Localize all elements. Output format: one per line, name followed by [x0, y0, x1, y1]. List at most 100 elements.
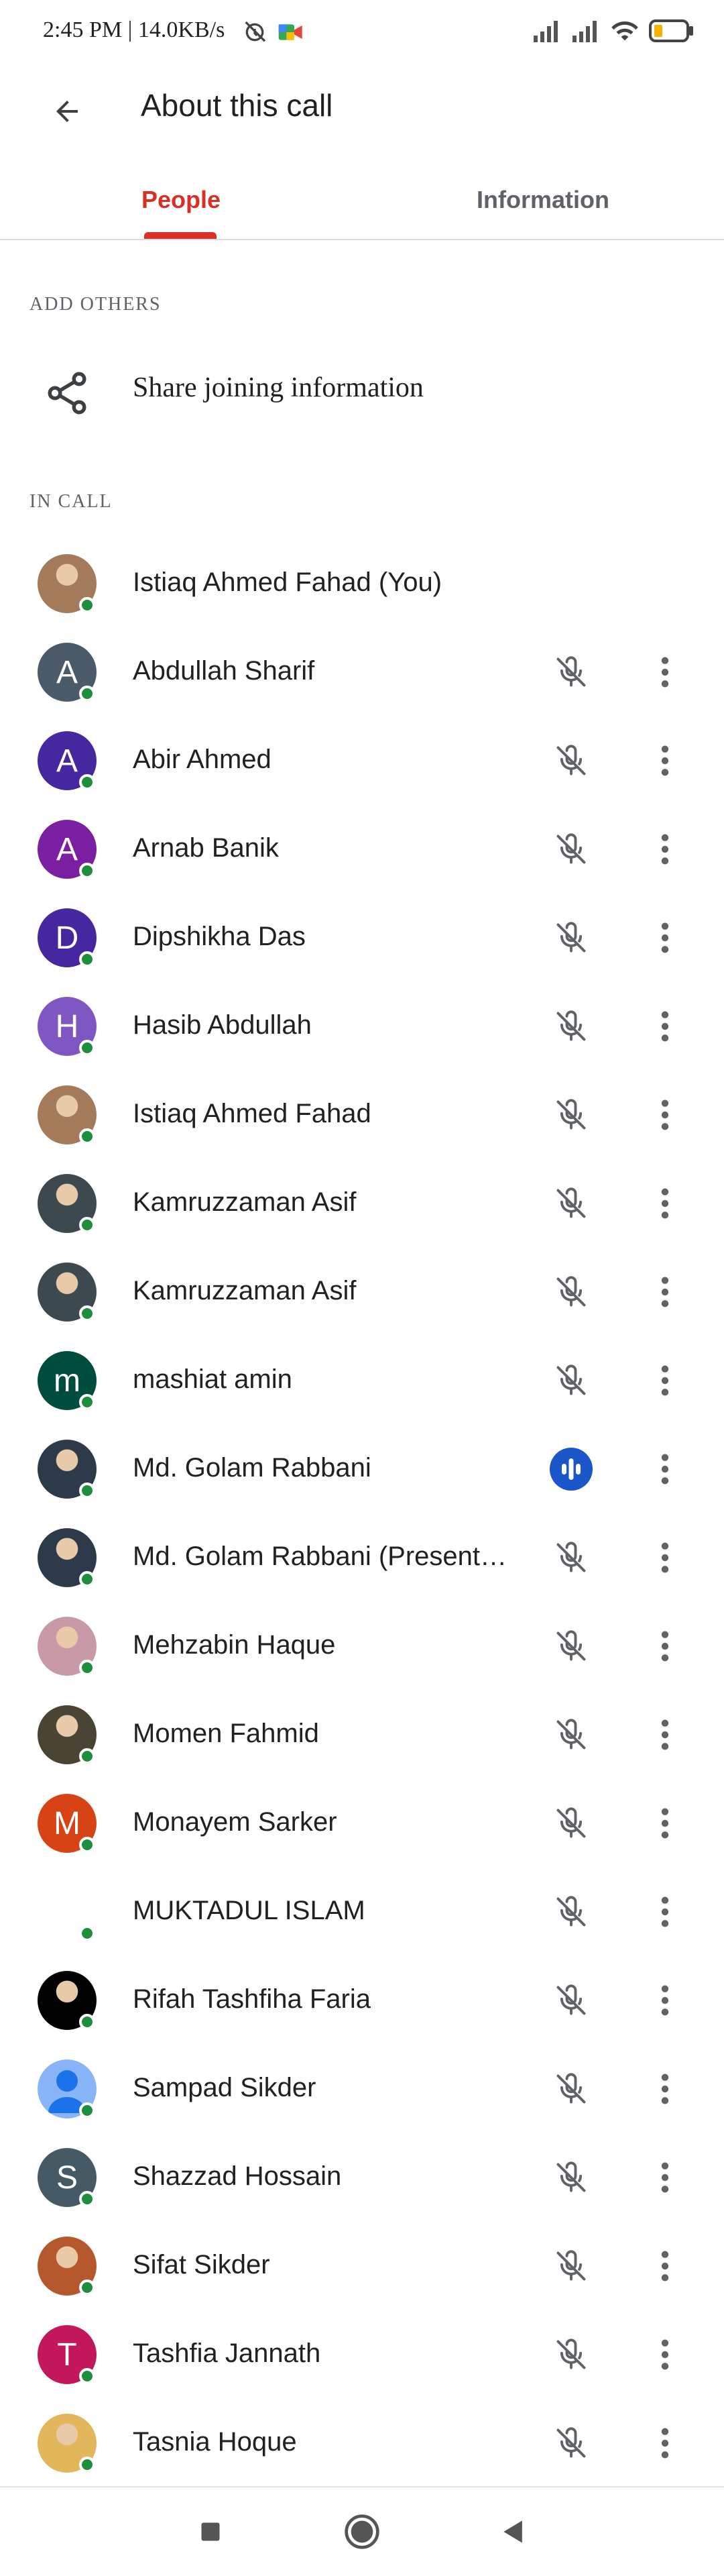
participant-row[interactable]: T Tashfia Jannath: [0, 2310, 724, 2399]
more-options-icon[interactable]: [646, 1713, 684, 1756]
more-options-icon[interactable]: [646, 1448, 684, 1491]
mic-off-icon[interactable]: [550, 1005, 593, 1048]
mic-off-icon[interactable]: [550, 2422, 593, 2465]
participant-row[interactable]: Tasnia Hoque: [0, 2399, 724, 2487]
avatar-initial: A: [56, 831, 78, 867]
participant-row[interactable]: Sifat Sikder: [0, 2222, 724, 2310]
signal-icon: [532, 19, 562, 46]
participant-row[interactable]: A Abir Ahmed: [0, 716, 724, 805]
participant-row[interactable]: H Hasib Abdullah: [0, 982, 724, 1071]
participant-name: Arnab Banik: [133, 833, 279, 863]
participant-row[interactable]: Istiaq Ahmed Fahad (You): [0, 539, 724, 628]
mic-off-icon[interactable]: [550, 1713, 593, 1756]
mic-off-icon[interactable]: [550, 1271, 593, 1313]
mic-off-icon[interactable]: [550, 2156, 593, 2199]
mic-off-icon[interactable]: [550, 651, 593, 694]
participant-row[interactable]: Istiaq Ahmed Fahad: [0, 1071, 724, 1159]
tab-information[interactable]: Information: [362, 161, 724, 239]
online-status-dot: [79, 1925, 95, 1941]
online-status-dot: [79, 1394, 95, 1410]
participant-row[interactable]: A Abdullah Sharif: [0, 628, 724, 716]
more-options-icon[interactable]: [646, 1182, 684, 1225]
more-options-icon[interactable]: [646, 2245, 684, 2288]
section-label-in-call: IN CALL: [29, 491, 113, 512]
participant-row[interactable]: MUKTADUL ISLAM: [0, 1868, 724, 1956]
avatar-initial: m: [54, 1362, 80, 1399]
mic-off-icon[interactable]: [550, 1625, 593, 1668]
mic-off-icon[interactable]: [550, 2068, 593, 2110]
mic-off-icon[interactable]: [550, 1093, 593, 1136]
speaking-indicator-icon[interactable]: [550, 1448, 593, 1491]
participant-name: Mehzabin Haque: [133, 1630, 336, 1660]
participant-row[interactable]: Rifah Tashfiha Faria: [0, 1956, 724, 2045]
more-options-icon[interactable]: [646, 916, 684, 959]
avatar-initial: S: [56, 2159, 78, 2196]
participant-name: Shazzad Hossain: [133, 2161, 342, 2191]
more-options-icon[interactable]: [646, 828, 684, 871]
more-options-icon[interactable]: [646, 2422, 684, 2465]
online-status-dot: [79, 2014, 95, 2030]
more-options-icon[interactable]: [646, 1271, 684, 1313]
participant-row[interactable]: Kamruzzaman Asif: [0, 1248, 724, 1336]
mic-off-icon[interactable]: [550, 1182, 593, 1225]
online-status-dot: [79, 2368, 95, 2384]
participant-row[interactable]: Momen Fahmid: [0, 1690, 724, 1779]
wifi-icon: [610, 19, 640, 46]
mic-off-icon[interactable]: [550, 916, 593, 959]
participant-row[interactable]: m mashiat amin: [0, 1336, 724, 1425]
more-options-icon[interactable]: [646, 1979, 684, 2022]
mic-off-icon[interactable]: [550, 1536, 593, 1579]
participant-row[interactable]: Kamruzzaman Asif: [0, 1159, 724, 1248]
mic-off-icon[interactable]: [550, 1979, 593, 2022]
participant-row[interactable]: D Dipshikha Das: [0, 894, 724, 982]
more-options-icon[interactable]: [646, 2068, 684, 2110]
more-options-icon[interactable]: [646, 1005, 684, 1048]
more-options-icon[interactable]: [646, 1890, 684, 1933]
more-options-icon[interactable]: [646, 1625, 684, 1668]
signal-icon: [571, 19, 601, 46]
tab-people[interactable]: People: [0, 161, 362, 239]
participant-row[interactable]: Md. Golam Rabbani: [0, 1425, 724, 1513]
participant-name: Md. Golam Rabbani: [133, 1453, 371, 1483]
more-options-icon[interactable]: [646, 1802, 684, 1845]
more-options-icon[interactable]: [646, 1093, 684, 1136]
more-options-icon[interactable]: [646, 651, 684, 694]
more-options-icon[interactable]: [646, 2156, 684, 2199]
more-options-icon[interactable]: [646, 739, 684, 782]
participant-row[interactable]: S Shazzad Hossain: [0, 2133, 724, 2222]
online-status-dot: [79, 774, 95, 790]
arrow-back-icon: [56, 101, 78, 122]
avatar-initial: H: [55, 1008, 79, 1044]
more-options-icon[interactable]: [646, 2333, 684, 2376]
participant-row[interactable]: Mehzabin Haque: [0, 1602, 724, 1690]
online-status-dot: [79, 1660, 95, 1676]
system-back-button[interactable]: [492, 2510, 535, 2553]
participant-row[interactable]: M Monayem Sarker: [0, 1779, 724, 1868]
recents-button[interactable]: [189, 2510, 232, 2553]
online-status-dot: [79, 1483, 95, 1499]
online-status-dot: [79, 686, 95, 702]
participant-name: Monayem Sarker: [133, 1807, 337, 1837]
back-button[interactable]: [40, 85, 94, 138]
mic-off-icon[interactable]: [550, 828, 593, 871]
mic-off-icon[interactable]: [550, 2245, 593, 2288]
participant-row[interactable]: Md. Golam Rabbani (Present…: [0, 1513, 724, 1602]
online-status-dot: [79, 2102, 95, 2118]
participant-name: MUKTADUL ISLAM: [133, 1896, 365, 1925]
mic-off-icon[interactable]: [550, 1802, 593, 1845]
more-options-icon[interactable]: [646, 1359, 684, 1402]
online-status-dot: [79, 2457, 95, 2473]
mic-off-icon[interactable]: [550, 2333, 593, 2376]
more-options-icon[interactable]: [646, 1536, 684, 1579]
alarm-off-icon: [241, 19, 268, 49]
online-status-dot: [79, 597, 95, 613]
mic-off-icon[interactable]: [550, 739, 593, 782]
online-status-dot: [79, 1040, 95, 1056]
home-button[interactable]: [341, 2510, 383, 2553]
participant-row[interactable]: Sampad Sikder: [0, 2045, 724, 2133]
tab-indicator: [144, 232, 217, 239]
mic-off-icon[interactable]: [550, 1359, 593, 1402]
share-joining-info-row[interactable]: Share joining information: [0, 349, 724, 429]
mic-off-icon[interactable]: [550, 1890, 593, 1933]
participant-row[interactable]: A Arnab Banik: [0, 805, 724, 894]
